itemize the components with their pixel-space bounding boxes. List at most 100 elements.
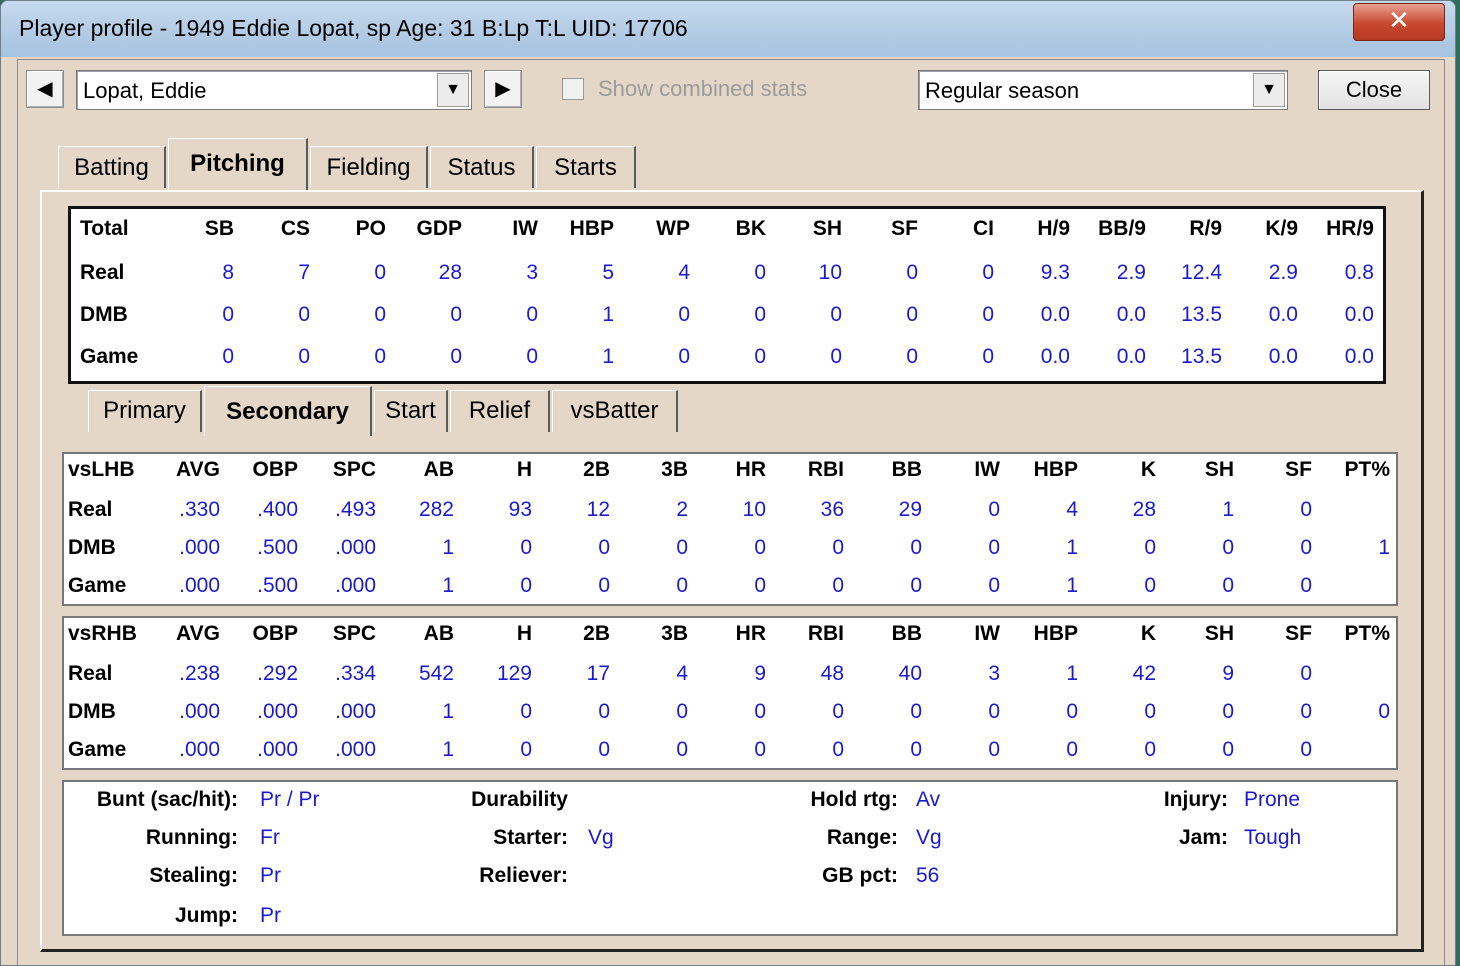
stat-cell: 0 <box>676 536 688 559</box>
show-combined-label: Show combined stats <box>598 76 808 101</box>
stat-cell: 36 <box>820 498 844 521</box>
subtab-secondary[interactable]: Secondary <box>204 386 372 436</box>
column-header: BB <box>891 622 922 645</box>
stat-cell: 0 <box>298 345 310 368</box>
stat-cell: 0 <box>1222 536 1234 559</box>
column-header: OBP <box>252 458 298 481</box>
column-header: CI <box>973 217 994 240</box>
title-bar[interactable]: Player profile - 1949 Eddie Lopat, sp Ag… <box>1 1 1455 57</box>
column-header: CS <box>280 217 310 240</box>
stat-cell: 0 <box>1144 574 1156 597</box>
column-header: H/9 <box>1037 217 1070 240</box>
stat-cell: 0 <box>1144 738 1156 761</box>
window-title: Player profile - 1949 Eddie Lopat, sp Ag… <box>19 15 688 41</box>
chevron-down-icon[interactable]: ▼ <box>1253 73 1285 107</box>
stat-cell: 0 <box>676 738 688 761</box>
stat-cell: 1 <box>1066 536 1078 559</box>
stat-cell: 0 <box>988 498 1000 521</box>
subtab-start[interactable]: Start <box>374 390 448 432</box>
subtab-vsbatter[interactable]: vsBatter <box>552 390 678 432</box>
column-header: PT% <box>1344 458 1390 481</box>
stat-cell: 0 <box>1144 700 1156 723</box>
stat-cell: 0 <box>754 738 766 761</box>
stat-cell: 2.9 <box>1268 261 1298 284</box>
show-combined-checkbox[interactable] <box>562 78 584 100</box>
stat-cell: 0 <box>374 345 386 368</box>
row-label: Game <box>68 738 127 761</box>
prev-player-button[interactable]: ◀ <box>26 70 64 108</box>
column-header: SF <box>1285 458 1312 481</box>
stat-cell: 129 <box>496 662 532 685</box>
stat-cell: 12 <box>586 498 610 521</box>
column-header: SF <box>891 217 918 240</box>
stat-cell: 1 <box>442 738 454 761</box>
stat-cell: 0 <box>754 536 766 559</box>
stat-cell: 1 <box>602 303 614 326</box>
stat-cell: 0.8 <box>1344 261 1374 284</box>
column-header: IW <box>512 217 538 240</box>
stat-cell: .000 <box>257 738 298 761</box>
stat-cell: 0 <box>1222 738 1234 761</box>
dialog-client: ◀ Lopat, Eddie ▼ ▶ Show combined stats R… <box>17 59 1445 965</box>
stat-cell: 0 <box>450 345 462 368</box>
stat-cell: 0 <box>910 700 922 723</box>
stat-cell: 1 <box>1222 498 1234 521</box>
attr-value: Fr <box>260 826 280 849</box>
stat-cell: .000 <box>257 700 298 723</box>
stat-cell: .400 <box>257 498 298 521</box>
column-header: Total <box>80 217 129 240</box>
column-header: HR/9 <box>1326 217 1374 240</box>
stat-cell: 40 <box>898 662 922 685</box>
subtab-primary[interactable]: Primary <box>88 390 202 432</box>
attr-value: Vg <box>916 826 942 849</box>
attr-label: Injury: <box>1163 788 1228 811</box>
stat-cell: 0 <box>988 738 1000 761</box>
stat-cell: 0 <box>754 574 766 597</box>
attr-label: Stealing: <box>149 864 238 887</box>
totals-table: Total SB CS PO GDP IW HBP WP BK SH SF CI H/9 BB/9 R/9 K… <box>68 206 1386 384</box>
stat-cell: 10 <box>818 261 842 284</box>
stat-cell: 4 <box>1066 498 1078 521</box>
arrow-left-icon: ◀ <box>37 78 53 100</box>
stat-cell: 9 <box>1222 662 1234 685</box>
close-button[interactable]: Close <box>1318 70 1430 110</box>
stat-cell: 0 <box>598 536 610 559</box>
attr-label: Hold rtg: <box>810 788 898 811</box>
tab-status[interactable]: Status <box>430 146 534 188</box>
stat-cell: 3 <box>988 662 1000 685</box>
stat-cell: 0 <box>988 574 1000 597</box>
season-select[interactable]: Regular season ▼ <box>918 70 1288 110</box>
player-select[interactable]: Lopat, Eddie ▼ <box>76 70 472 110</box>
stat-cell: 48 <box>820 662 844 685</box>
next-player-button[interactable]: ▶ <box>484 70 522 108</box>
chevron-down-icon[interactable]: ▼ <box>437 73 469 107</box>
stat-cell: 0 <box>830 345 842 368</box>
tab-starts[interactable]: Starts <box>536 146 636 188</box>
stat-cell: 0 <box>1222 574 1234 597</box>
attr-label: GB pct: <box>822 864 898 887</box>
tab-batting[interactable]: Batting <box>58 146 166 188</box>
stat-cell: 9.3 <box>1040 261 1070 284</box>
row-label: DMB <box>68 536 116 559</box>
stat-cell: .330 <box>179 498 220 521</box>
stat-cell: 17 <box>586 662 610 685</box>
stat-cell: 0 <box>754 345 766 368</box>
tab-pitching[interactable]: Pitching <box>168 138 308 190</box>
subtab-relief[interactable]: Relief <box>450 390 550 432</box>
tab-fielding[interactable]: Fielding <box>310 146 428 188</box>
stat-cell: 0 <box>1222 700 1234 723</box>
column-header: SPC <box>332 622 376 645</box>
stat-cell: .000 <box>179 738 220 761</box>
stat-cell: 4 <box>678 261 690 284</box>
stat-cell: 0.0 <box>1268 345 1298 368</box>
stat-cell: 0 <box>1300 700 1312 723</box>
column-header: 3B <box>661 622 688 645</box>
stat-cell: 0 <box>830 303 842 326</box>
stat-cell: 0 <box>526 345 538 368</box>
stat-cell: 0 <box>678 303 690 326</box>
column-header: SH <box>1204 622 1234 645</box>
window-close-icon[interactable]: ✕ <box>1353 3 1445 41</box>
column-header: SPC <box>332 458 376 481</box>
stat-cell: 0 <box>298 303 310 326</box>
stat-cell: 0 <box>676 574 688 597</box>
